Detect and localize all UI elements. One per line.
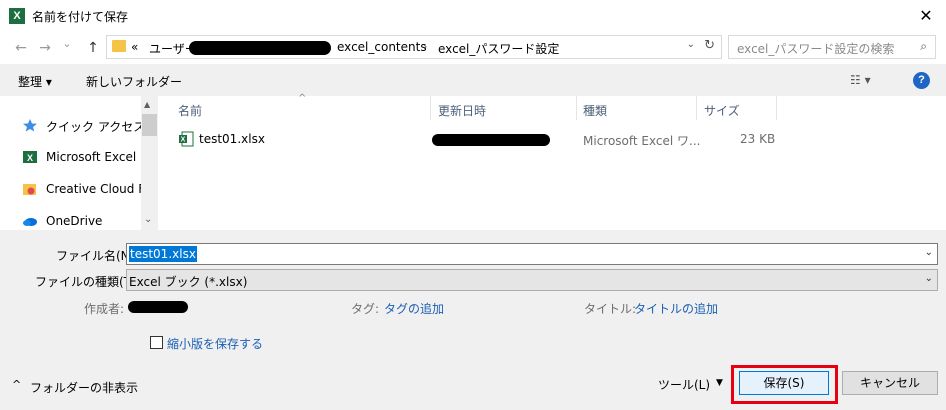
save-thumbnail-label[interactable]: 縮小版を保存する: [167, 335, 263, 352]
creative-cloud-icon: [23, 184, 36, 195]
scrollbar-thumb[interactable]: [142, 114, 157, 136]
column-divider[interactable]: [576, 96, 577, 120]
sidebar-item-label: OneDrive: [46, 214, 103, 228]
save-button[interactable]: 保存(S): [739, 371, 829, 395]
sidebar-item-label: クイック アクセス: [46, 120, 146, 134]
redacted-username: [189, 41, 331, 55]
column-header-name[interactable]: 名前: [178, 102, 202, 119]
file-row[interactable]: X test01.xlsx Microsoft Excel ワ... 23 KB: [158, 128, 946, 150]
redacted-modified-date: [432, 134, 550, 146]
scroll-down-icon[interactable]: ⌄: [144, 214, 152, 225]
tools-dropdown-icon[interactable]: ▼: [716, 378, 723, 388]
scroll-up-icon[interactable]: ▲: [144, 100, 150, 109]
close-icon[interactable]: ✕: [916, 6, 936, 25]
svg-text:X: X: [27, 153, 33, 163]
add-tag-link[interactable]: タグの追加: [384, 300, 444, 317]
chevron-down-icon[interactable]: ⌄: [925, 273, 933, 284]
column-divider[interactable]: [696, 96, 697, 120]
file-list: ^ 名前 更新日時 種類 サイズ X test01.xlsx Microsoft…: [158, 93, 946, 230]
author-label: 作成者:: [84, 302, 125, 316]
up-folder-arrow-icon[interactable]: ↑: [84, 40, 102, 56]
xlsx-file-icon: X: [179, 131, 194, 147]
back-arrow-icon[interactable]: ←: [12, 40, 30, 56]
tags-label: タグ:: [351, 302, 380, 316]
navigation-pane: クイック アクセス X Microsoft Excel Creative Clo…: [0, 96, 158, 230]
excel-app-icon: X: [9, 8, 25, 24]
column-header-modified[interactable]: 更新日時: [438, 102, 486, 119]
svg-text:X: X: [181, 137, 186, 144]
refresh-icon[interactable]: ↻: [704, 38, 715, 53]
window-title: 名前を付けて保存: [32, 10, 129, 24]
excel-icon: X: [23, 151, 37, 163]
tools-menu[interactable]: ツール(L): [658, 376, 710, 393]
file-type: Microsoft Excel ワ...: [583, 134, 701, 148]
search-icon: ⌕: [920, 39, 927, 53]
file-name[interactable]: test01.xlsx: [199, 132, 265, 146]
hide-folders-button[interactable]: フォルダーの非表示: [30, 379, 138, 396]
breadcrumb-excel-contents[interactable]: excel_contents: [337, 40, 427, 54]
chevron-up-icon[interactable]: ^: [12, 378, 21, 391]
breadcrumb-separator: ›: [423, 40, 428, 53]
view-options-icon[interactable]: ☷ ▾: [850, 73, 871, 87]
nav-pane-scrollbar[interactable]: ▲ ⌄: [141, 96, 158, 230]
search-input[interactable]: excel_パスワード設定の検索 ⌕: [728, 35, 936, 59]
filetype-label: ファイルの種類(T):: [35, 275, 140, 289]
filetype-value: Excel ブック (*.xlsx): [129, 275, 248, 289]
recent-locations-chevron-icon[interactable]: ⌄: [58, 37, 76, 50]
breadcrumb-overflow[interactable]: «: [131, 40, 138, 54]
forward-arrow-icon[interactable]: →: [36, 40, 54, 56]
navigation-row: ← → ⌄ ↑ « ユーザー excel_contents › excel_パス…: [0, 32, 946, 64]
star-icon: [23, 119, 37, 132]
filename-value: test01.xlsx: [129, 246, 197, 262]
column-divider[interactable]: [776, 96, 777, 120]
address-bar[interactable]: « ユーザー excel_contents › excel_パスワード設定 ⌄ …: [106, 35, 722, 59]
title-bar: X 名前を付けて保存 ✕: [0, 0, 946, 32]
column-header-size[interactable]: サイズ: [704, 102, 740, 119]
chevron-down-icon[interactable]: ⌄: [925, 247, 933, 258]
title-label: タイトル:: [584, 302, 637, 316]
redacted-author: [128, 301, 188, 313]
search-placeholder: excel_パスワード設定の検索: [737, 42, 895, 56]
filetype-select[interactable]: Excel ブック (*.xlsx) ⌄: [126, 269, 938, 291]
column-divider[interactable]: [430, 96, 431, 120]
command-bar: 整理 ▾ 新しいフォルダー ☷ ▾ ?: [0, 64, 946, 96]
file-size: 23 KB: [740, 132, 776, 146]
organize-menu[interactable]: 整理 ▾: [18, 73, 52, 90]
save-thumbnail-checkbox[interactable]: [150, 336, 163, 349]
breadcrumb-excel-password[interactable]: excel_パスワード設定: [438, 40, 559, 57]
address-dropdown-icon[interactable]: ⌄: [687, 39, 695, 50]
sidebar-item-label: Microsoft Excel: [46, 150, 137, 164]
cancel-button[interactable]: キャンセル: [842, 371, 938, 395]
new-folder-button[interactable]: 新しいフォルダー: [86, 73, 182, 90]
onedrive-icon: [23, 218, 37, 226]
folder-icon: [112, 40, 126, 52]
sort-ascending-icon: ^: [298, 93, 307, 104]
filename-field[interactable]: test01.xlsx ⌄: [126, 243, 938, 265]
help-icon[interactable]: ?: [913, 72, 930, 89]
save-options-panel: ファイル名(N): test01.xlsx ⌄ ファイルの種類(T): Exce…: [0, 230, 946, 410]
column-header-type[interactable]: 種類: [583, 102, 607, 119]
add-title-link[interactable]: タイトルの追加: [634, 300, 718, 317]
